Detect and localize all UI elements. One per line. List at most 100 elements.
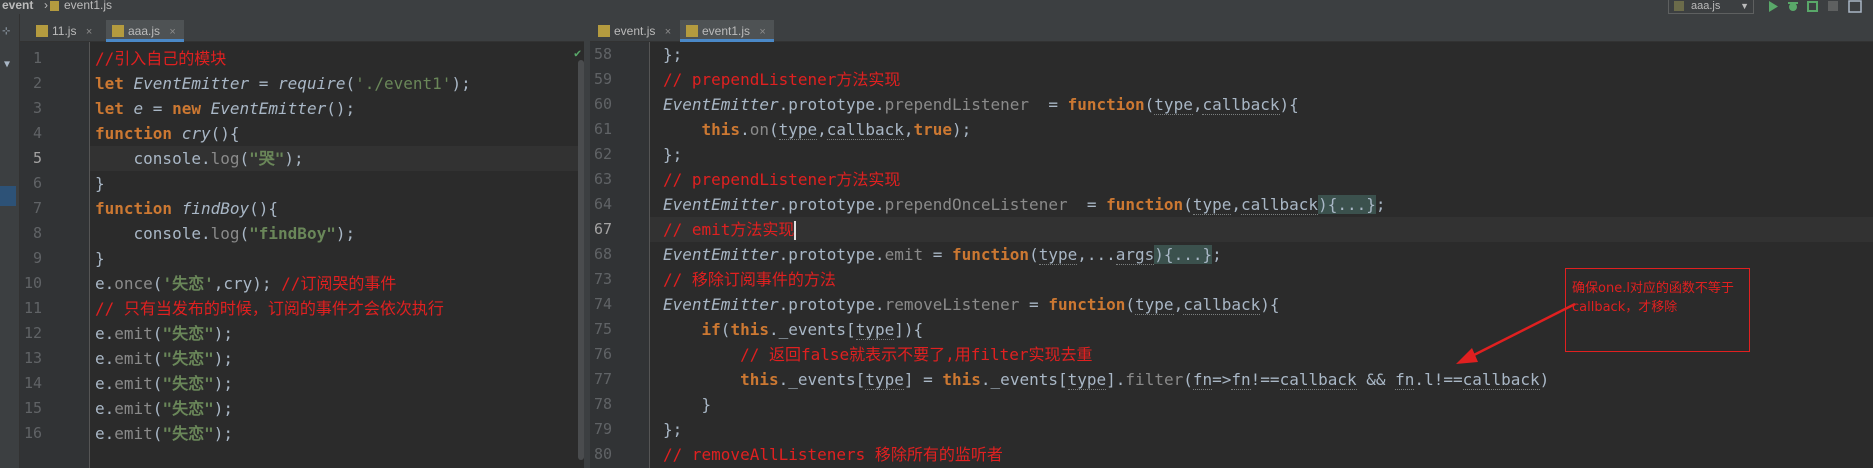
comment: // 返回false就表示不要了,用filter实现去重 <box>663 345 1093 364</box>
punct: ( <box>152 274 163 293</box>
punct: , <box>1231 195 1241 214</box>
comment: // prependListener方法实现 <box>663 70 901 89</box>
identifier: e. <box>95 349 115 368</box>
comment: // 移除订阅事件的方法 <box>663 270 836 289</box>
keyword: function <box>95 124 182 143</box>
punct: ( <box>152 424 163 443</box>
folded-block[interactable]: ){...} <box>1154 245 1213 264</box>
right-code-editor[interactable]: }; // prependListener方法实现 EventEmitter.p… <box>650 42 1873 468</box>
close-icon[interactable]: × <box>665 26 671 38</box>
close-icon[interactable]: × <box>759 26 765 38</box>
punct: ( <box>239 149 250 168</box>
operator: => <box>1212 370 1232 389</box>
check-icon: ✔ <box>574 46 582 60</box>
coverage-icon[interactable] <box>1806 0 1820 13</box>
line-number: 7 <box>32 199 42 217</box>
line-number: 1 <box>32 49 42 67</box>
punct: ( <box>152 324 163 343</box>
line-number: 80 <box>593 445 612 463</box>
punct: ); <box>451 74 471 93</box>
punct: [ <box>855 370 866 389</box>
keyword: new <box>172 99 211 118</box>
code-line: // 只有当发布的时候，订阅的事件才会依次执行 <box>90 296 584 321</box>
param: fn <box>1192 370 1213 390</box>
tab-event-js[interactable]: event.js × <box>592 20 679 42</box>
breadcrumb-sep-icon: › <box>44 0 48 12</box>
punct: ]){ <box>894 320 924 339</box>
line-number: 60 <box>593 95 612 113</box>
annotation-arrow-icon <box>1456 302 1576 364</box>
operator: ] = <box>903 370 943 389</box>
punct: (); <box>326 99 356 118</box>
close-icon[interactable]: × <box>86 26 92 38</box>
punct: . <box>1414 370 1425 389</box>
run-icon[interactable] <box>1766 0 1780 13</box>
punct: ; <box>1375 195 1386 214</box>
code-line: } <box>650 392 1873 417</box>
param: type <box>865 370 904 390</box>
punct: [ <box>1057 370 1068 389</box>
nodejs-icon <box>1674 1 1684 11</box>
param: type <box>778 120 818 140</box>
keyword: function <box>952 245 1030 264</box>
method: prependListener <box>884 95 1030 114</box>
property: _events <box>788 370 856 389</box>
punct: } <box>663 395 712 414</box>
method: emit <box>114 424 153 443</box>
identifier: e. <box>95 399 115 418</box>
line-number: 16 <box>23 424 42 442</box>
punct: ,cry); <box>213 274 282 293</box>
code-line: EventEmitter.prototype.prependOnceListen… <box>650 192 1873 217</box>
code-line: function cry(){ <box>90 121 584 146</box>
property: l <box>1424 370 1434 389</box>
project-settings-icon[interactable]: ⊹ <box>2 26 10 37</box>
punct: ); <box>213 324 233 343</box>
annotation-text: 确保one.l对应的函数不等于callback，才移除 <box>1572 281 1734 315</box>
tab-label: event1.js <box>702 24 751 38</box>
operator: = <box>143 99 173 118</box>
property: .prototype. <box>778 195 885 214</box>
js-file-icon <box>112 25 124 37</box>
punct: (){ <box>249 199 279 218</box>
operator: = <box>923 245 952 264</box>
expand-arrow-icon[interactable]: ▼ <box>4 59 10 70</box>
build-icon[interactable] <box>1848 0 1862 13</box>
line-number: 14 <box>23 374 42 392</box>
line-number: 75 <box>593 320 612 338</box>
stop-icon[interactable] <box>1826 0 1840 13</box>
run-config-select[interactable]: aaa.js ▼ <box>1668 0 1754 14</box>
punct: ); <box>952 120 972 139</box>
debug-icon[interactable] <box>1786 0 1800 13</box>
punct: ); <box>284 149 304 168</box>
comment: // emit方法实现 <box>663 220 795 239</box>
line-number: 3 <box>32 99 42 117</box>
keyword: this <box>730 320 769 339</box>
js-file-icon <box>36 25 48 37</box>
navigation-bar: event › event1.js aaa.js ▼ <box>0 0 1873 14</box>
param: type <box>1038 245 1078 265</box>
param: callback <box>826 120 904 140</box>
tab-label: 11.js <box>52 24 77 38</box>
code-line: let e = new EventEmitter(); <box>90 96 584 121</box>
line-number: 6 <box>32 174 42 192</box>
line-number: 78 <box>593 395 612 413</box>
tab-event1-js[interactable]: event1.js × <box>680 20 774 42</box>
punct: ; <box>1212 245 1222 264</box>
param: callback <box>1462 370 1540 390</box>
left-code-editor[interactable]: //引入自己的模块 let EventEmitter = require('./… <box>90 42 584 468</box>
close-icon[interactable]: × <box>169 26 175 38</box>
folded-block[interactable]: ){...} <box>1318 195 1376 214</box>
code-line: e.emit("失恋"); <box>90 421 584 446</box>
line-number: 8 <box>32 224 42 242</box>
property: _events <box>990 370 1058 389</box>
method: emit <box>114 324 153 343</box>
annotation-callout: 确保one.l对应的函数不等于callback，才移除 <box>1565 268 1750 352</box>
punct: ( <box>345 74 356 93</box>
keyword: function <box>1067 95 1145 114</box>
identifier: EventEmitter <box>663 195 779 214</box>
tab-11-js[interactable]: 11.js × <box>30 20 100 42</box>
breadcrumb-project[interactable]: event <box>2 0 33 12</box>
tab-aaa-js[interactable]: aaa.js × <box>106 20 184 42</box>
breadcrumb-file[interactable]: event1.js <box>64 0 112 12</box>
